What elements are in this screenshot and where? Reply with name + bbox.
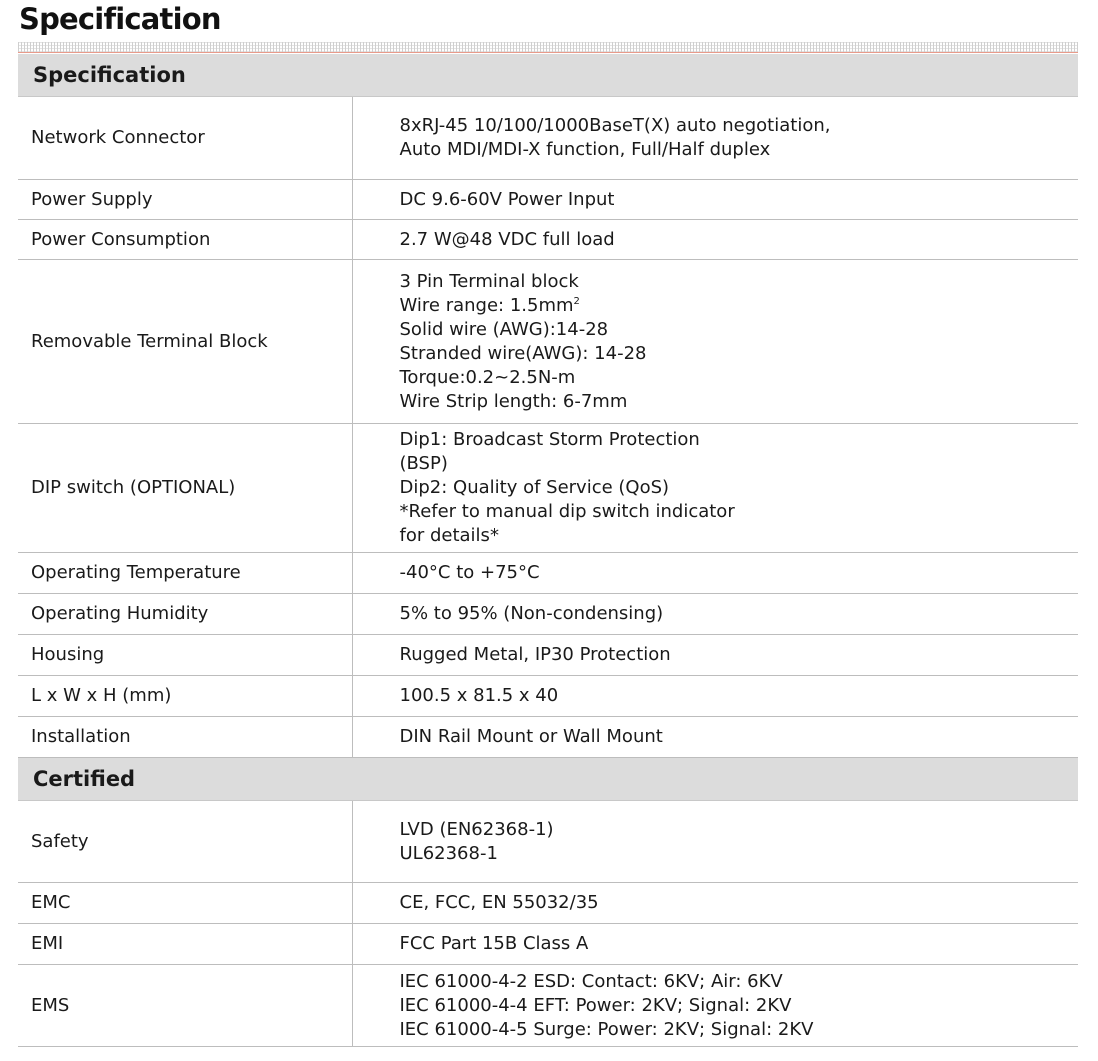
spec-value-line: Stranded wire(AWG): 14-28 [399,342,647,364]
cert-row-ems: EMS IEC 61000-4-2 ESD: Contact: 6KV; Air… [18,964,1079,1047]
spec-value: Dip1: Broadcast Storm Protection (BSP) D… [352,423,1079,553]
spec-row-operating-humidity: Operating Humidity 5% to 95% (Non-conden… [18,593,1079,635]
cert-value: LVD (EN62368-1) UL62368-1 [352,800,1079,883]
spec-row-power-supply: Power Supply DC 9.6-60V Power Input [18,179,1079,220]
spec-value-line: for details* [399,525,499,546]
cert-value: CE, FCC, EN 55032/35 [352,882,1079,924]
cert-value-line: FCC Part 15B Class A [399,933,589,954]
spec-row-installation: Installation DIN Rail Mount or Wall Moun… [18,716,1079,758]
cert-row-safety: Safety LVD (EN62368-1) UL62368-1 [18,800,1079,883]
spec-value-line: 100.5 x 81.5 x 40 [399,685,559,706]
spec-label: Power Consumption [18,219,353,260]
spec-label: Installation [18,716,353,758]
cert-value: IEC 61000-4-2 ESD: Contact: 6KV; Air: 6K… [352,964,1079,1047]
spec-value-line: Torque:0.2~2.5N-m [399,366,576,388]
spec-label: Removable Terminal Block [18,259,353,424]
spec-label: DIP switch (OPTIONAL) [18,423,353,553]
spec-label: L x W x H (mm) [18,675,353,717]
cert-value-line: IEC 61000-4-5 Surge: Power: 2KV; Signal:… [399,1018,814,1040]
spec-label: Housing [18,634,353,676]
section-header-certified: Certified [18,757,1079,801]
spec-value-line: DC 9.6-60V Power Input [399,188,615,210]
spec-label: Operating Humidity [18,593,353,635]
spec-value-line: 3 Pin Terminal block [399,270,579,292]
spec-value-line: Dip2: Quality of Service (QoS) [399,477,670,498]
spec-row-dimensions: L x W x H (mm) 100.5 x 81.5 x 40 [18,675,1079,717]
spec-value: DIN Rail Mount or Wall Mount [352,716,1079,758]
spec-value-line: 8xRJ-45 10/100/1000BaseT(X) auto negotia… [399,115,831,136]
spec-row-housing: Housing Rugged Metal, IP30 Protection [18,634,1079,676]
spec-label: Power Supply [18,179,353,220]
spec-value-line: Solid wire (AWG):14-28 [399,318,609,340]
spec-value-line: Dip1: Broadcast Storm Protection [399,429,700,450]
spec-row-terminal-block: Removable Terminal Block 3 Pin Terminal … [18,259,1079,424]
cert-value-line: CE, FCC, EN 55032/35 [399,892,599,913]
spec-value-line-wire-range: Wire range: 1.5mm2 [400,294,1079,318]
cert-value: FCC Part 15B Class A [352,923,1079,965]
spec-value: -40°C to +75°C [352,552,1079,594]
cert-row-emc: EMC CE, FCC, EN 55032/35 [18,882,1079,924]
section-heading: Certified [18,757,1079,801]
spec-value-line: -40°C to +75°C [399,562,540,583]
spec-row-dip-switch: DIP switch (OPTIONAL) Dip1: Broadcast St… [18,423,1079,553]
spec-value: 8xRJ-45 10/100/1000BaseT(X) auto negotia… [352,96,1079,180]
spec-row-network-connector: Network Connector 8xRJ-45 10/100/1000Bas… [18,96,1079,180]
spec-value-line: 2.7 W@48 VDC full load [399,228,615,250]
cert-row-emi: EMI FCC Part 15B Class A [18,923,1079,965]
spec-value: 5% to 95% (Non-condensing) [352,593,1079,635]
spec-row-operating-temperature: Operating Temperature -40°C to +75°C [18,552,1079,594]
superscript: 2 [573,295,580,307]
cert-label: Safety [18,800,353,883]
spec-value: DC 9.6-60V Power Input [352,179,1079,220]
title-divider [18,42,1078,53]
cert-value-line: LVD (EN62368-1) [399,818,554,840]
spec-value-line: Rugged Metal, IP30 Protection [399,644,671,665]
spec-value-line: Wire Strip length: 6-7mm [399,390,628,412]
cert-value-line: IEC 61000-4-4 EFT: Power: 2KV; Signal: 2… [399,994,792,1016]
cert-label: EMS [18,964,353,1047]
spec-label: Network Connector [18,96,353,180]
cert-label: EMI [18,923,353,965]
wire-range-text: Wire range: 1.5mm [399,294,574,316]
section-header-specification: Specification [18,54,1079,97]
spec-value-line: 5% to 95% (Non-condensing) [399,603,664,624]
cert-label: EMC [18,882,353,924]
spec-value: Rugged Metal, IP30 Protection [352,634,1079,676]
spec-value: 100.5 x 81.5 x 40 [352,675,1079,717]
spec-row-power-consumption: Power Consumption 2.7 W@48 VDC full load [18,219,1079,260]
section-heading: Specification [18,54,1079,97]
spec-table: Specification Network Connector 8xRJ-45 … [18,54,1079,1047]
spec-value-line: DIN Rail Mount or Wall Mount [399,726,663,747]
spec-value-line: Auto MDI/MDI-X function, Full/Half duple… [399,139,771,160]
spec-value: 3 Pin Terminal block Wire range: 1.5mm2 … [352,259,1079,424]
spec-value-line: *Refer to manual dip switch indicator [399,501,735,522]
cert-value-line: UL62368-1 [399,842,498,864]
spec-value: 2.7 W@48 VDC full load [352,219,1079,260]
cert-value-line: IEC 61000-4-2 ESD: Contact: 6KV; Air: 6K… [399,970,783,992]
spec-value-line: (BSP) [399,453,448,474]
page-title: Specification [19,2,222,36]
spec-label: Operating Temperature [18,552,353,594]
